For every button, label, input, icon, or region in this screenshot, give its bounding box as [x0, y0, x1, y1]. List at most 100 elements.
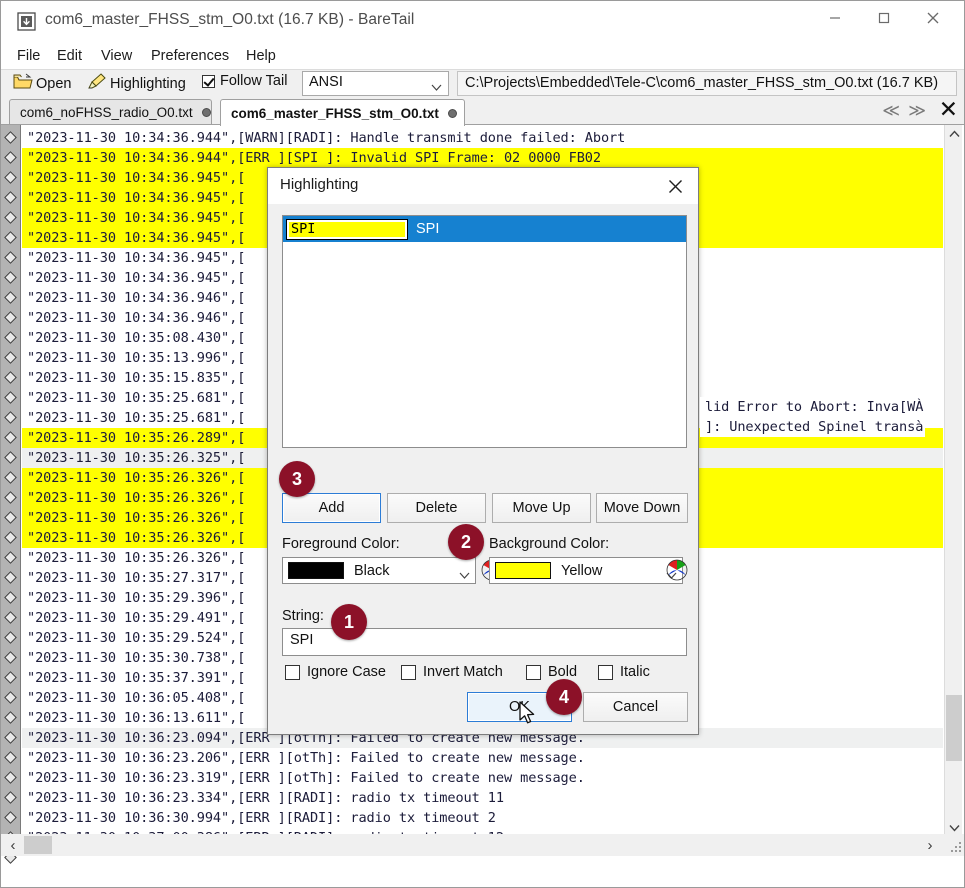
dialog-title-bar: Highlighting: [268, 168, 698, 204]
tab-com6-master-fhss-stm[interactable]: com6_master_FHSS_stm_O0.txt: [220, 99, 465, 126]
bookmark-diamond-icon[interactable]: [4, 231, 17, 244]
highlight-rule-row[interactable]: SPI SPI: [283, 216, 686, 242]
delete-button[interactable]: Delete: [387, 493, 486, 523]
bookmark-diamond-icon[interactable]: [4, 311, 17, 324]
move-down-button[interactable]: Move Down: [596, 493, 688, 523]
vertical-scrollbar[interactable]: [944, 125, 962, 837]
encoding-select[interactable]: ANSI: [302, 71, 449, 96]
bookmark-diamond-icon[interactable]: [4, 811, 17, 824]
bookmark-diamond-icon[interactable]: [4, 371, 17, 384]
scroll-up-icon[interactable]: [945, 125, 963, 143]
bookmark-diamond-icon[interactable]: [4, 291, 17, 304]
menu-file[interactable]: File: [12, 46, 45, 66]
bold-checkbox[interactable]: Bold: [526, 664, 577, 680]
tab-status-dot-icon: [447, 108, 457, 118]
invert-match-label: Invert Match: [423, 664, 503, 680]
bookmark-diamond-icon[interactable]: [4, 551, 17, 564]
bookmark-diamond-icon[interactable]: [4, 391, 17, 404]
tab-scroll-prev-icon[interactable]: ≪: [882, 101, 900, 121]
tab-bar: com6_noFHSS_radio_O0.txt com6_master_FHS…: [1, 97, 964, 126]
close-button[interactable]: [910, 1, 956, 35]
tab-com6-nofhss-radio[interactable]: com6_noFHSS_radio_O0.txt: [9, 99, 212, 125]
background-color-select[interactable]: Yellow: [489, 557, 683, 584]
minimize-button[interactable]: [812, 1, 858, 35]
baretail-window: com6_master_FHSS_stm_O0.txt (16.7 KB) - …: [0, 0, 965, 888]
string-label: String:: [282, 608, 324, 624]
log-line[interactable]: "2023-11-30 10:36:30.994",[ERR ][RADI]: …: [22, 808, 943, 828]
follow-tail-checkbox[interactable]: Follow Tail: [202, 73, 287, 89]
bookmark-diamond-icon[interactable]: [4, 271, 17, 284]
highlight-rules-list[interactable]: SPI SPI: [282, 215, 687, 448]
italic-checkbox[interactable]: Italic: [598, 664, 650, 680]
bookmark-diamond-icon[interactable]: [4, 791, 17, 804]
tab-scroll-next-icon[interactable]: ≫: [908, 101, 926, 121]
bookmark-diamond-icon[interactable]: [4, 211, 17, 224]
app-icon: [17, 12, 36, 31]
invert-match-checkbox[interactable]: Invert Match: [401, 664, 503, 680]
bookmark-diamond-icon[interactable]: [4, 331, 17, 344]
bookmark-diamond-icon[interactable]: [4, 611, 17, 624]
bookmark-diamond-icon[interactable]: [4, 751, 17, 764]
background-palette-icon[interactable]: [666, 559, 688, 581]
horizontal-scrollbar-thumb[interactable]: [24, 836, 52, 854]
dialog-close-icon[interactable]: [662, 173, 688, 199]
log-line[interactable]: "2023-11-30 10:36:23.334",[ERR ][RADI]: …: [22, 788, 943, 808]
bookmark-diamond-icon[interactable]: [4, 151, 17, 164]
log-line[interactable]: "2023-11-30 10:36:23.319",[ERR ][otTh]: …: [22, 768, 943, 788]
scroll-right-icon[interactable]: ›: [920, 834, 940, 856]
follow-tail-label: Follow Tail: [220, 73, 288, 89]
bookmark-diamond-icon[interactable]: [4, 531, 17, 544]
foreground-color-label: Foreground Color:: [282, 536, 400, 552]
bookmark-diamond-icon[interactable]: [4, 491, 17, 504]
bookmark-diamond-icon[interactable]: [4, 711, 17, 724]
background-color-value: Yellow: [561, 562, 603, 579]
checkbox-icon: [202, 74, 215, 88]
bookmark-diamond-icon[interactable]: [4, 691, 17, 704]
bookmark-diamond-icon[interactable]: [4, 651, 17, 664]
menu-preferences[interactable]: Preferences: [146, 46, 234, 66]
horizontal-scrollbar[interactable]: ‹ ›: [1, 834, 964, 856]
file-path-field[interactable]: C:\Projects\Embedded\Tele-C\com6_master_…: [457, 71, 957, 96]
step-badge-2: 2: [448, 524, 484, 560]
highlighting-button[interactable]: Highlighting: [87, 73, 186, 94]
open-button[interactable]: Open: [13, 73, 71, 94]
log-line[interactable]: "2023-11-30 10:34:36.944",[WARN][RADI]: …: [22, 128, 943, 148]
bookmark-diamond-icon[interactable]: [4, 351, 17, 364]
bookmark-diamond-icon[interactable]: [4, 631, 17, 644]
scroll-left-icon[interactable]: ‹: [3, 834, 23, 856]
log-gutter: [1, 125, 21, 864]
move-up-button[interactable]: Move Up: [492, 493, 591, 523]
chevron-down-icon: [459, 567, 470, 579]
bookmark-diamond-icon[interactable]: [4, 251, 17, 264]
bookmark-diamond-icon[interactable]: [4, 191, 17, 204]
bookmark-diamond-icon[interactable]: [4, 731, 17, 744]
resize-grip-icon[interactable]: [949, 840, 963, 854]
add-button[interactable]: Add: [282, 493, 381, 523]
menu-help[interactable]: Help: [241, 46, 281, 66]
menu-edit[interactable]: Edit: [52, 46, 87, 66]
bookmark-diamond-icon[interactable]: [4, 571, 17, 584]
tab-close-icon[interactable]: ✕: [939, 98, 958, 121]
cancel-button[interactable]: Cancel: [583, 692, 688, 722]
bookmark-diamond-icon[interactable]: [4, 131, 17, 144]
bookmark-diamond-icon[interactable]: [4, 451, 17, 464]
bookmark-diamond-icon[interactable]: [4, 431, 17, 444]
bookmark-diamond-icon[interactable]: [4, 591, 17, 604]
log-line[interactable]: "2023-11-30 10:36:23.206",[ERR ][otTh]: …: [22, 748, 943, 768]
bookmark-diamond-icon[interactable]: [4, 411, 17, 424]
foreground-color-select[interactable]: Black: [282, 557, 476, 584]
ignore-case-checkbox[interactable]: Ignore Case: [285, 664, 386, 680]
bookmark-diamond-icon[interactable]: [4, 671, 17, 684]
bookmark-diamond-icon[interactable]: [4, 771, 17, 784]
italic-label: Italic: [620, 664, 650, 680]
log-line[interactable]: "2023-11-30 10:34:36.944",[ERR ][SPI ]: …: [22, 148, 943, 168]
menu-view[interactable]: View: [96, 46, 137, 66]
bookmark-diamond-icon[interactable]: [4, 511, 17, 524]
bookmark-diamond-icon[interactable]: [4, 471, 17, 484]
bookmark-diamond-icon[interactable]: [4, 171, 17, 184]
maximize-button[interactable]: [861, 1, 907, 35]
toolbar: Open Highlighting Follow Tail ANSI C:\Pr…: [1, 69, 964, 167]
dialog-title: Highlighting: [280, 176, 359, 193]
window-title: com6_master_FHSS_stm_O0.txt (16.7 KB) - …: [45, 11, 415, 28]
vertical-scrollbar-thumb[interactable]: [946, 695, 962, 761]
